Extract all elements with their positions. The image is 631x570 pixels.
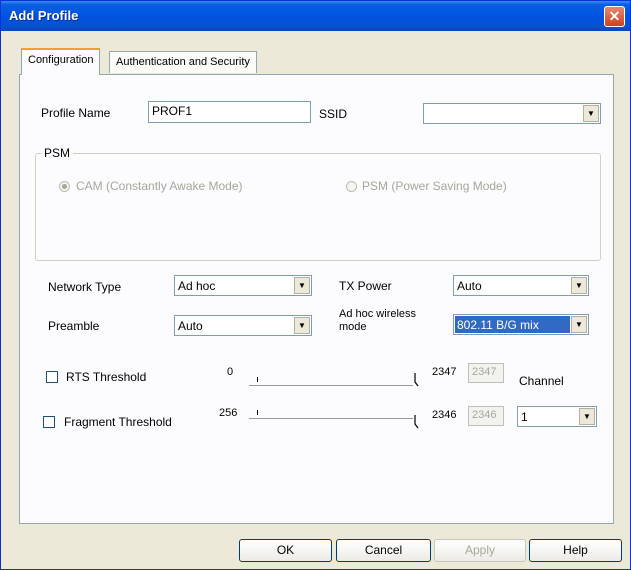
- cam-radio[interactable]: [59, 181, 70, 192]
- rts-threshold-value-input[interactable]: 2347: [468, 363, 504, 383]
- apply-button[interactable]: Apply: [434, 539, 526, 562]
- configuration-panel: [19, 74, 614, 524]
- preamble-label: Preamble: [48, 319, 100, 333]
- fragment-max-label: 2346: [432, 409, 457, 421]
- rts-threshold-label: RTS Threshold: [66, 370, 147, 384]
- tab-authentication-security-label: Authentication and Security: [116, 56, 250, 68]
- preamble-value: Auto: [178, 319, 203, 333]
- psm-group-title: PSM: [41, 146, 74, 160]
- preamble-combo[interactable]: Auto ▼: [174, 315, 312, 336]
- adhoc-mode-value: 802.11 B/G mix: [455, 316, 570, 333]
- fragment-min-label: 256: [219, 407, 238, 419]
- fragment-slider-track[interactable]: [249, 418, 413, 419]
- fragment-slider-thumb-icon[interactable]: [412, 415, 419, 429]
- channel-label: Channel: [519, 374, 564, 388]
- rts-slider-tick: [257, 377, 258, 382]
- adhoc-mode-label-line1: Ad hoc wireless: [339, 308, 417, 320]
- chevron-down-icon[interactable]: ▼: [294, 317, 310, 334]
- title-bar[interactable]: Add Profile ✕: [1, 1, 630, 31]
- fragment-slider-tick: [257, 410, 258, 415]
- ok-button[interactable]: OK: [239, 539, 332, 562]
- channel-value: 1: [521, 410, 528, 424]
- cam-radio-label: CAM (Constantly Awake Mode): [76, 179, 243, 193]
- psm-radio[interactable]: [346, 181, 357, 192]
- fragment-threshold-label: Fragment Threshold: [64, 415, 172, 429]
- rts-threshold-checkbox[interactable]: [46, 371, 58, 383]
- fragment-threshold-value-input[interactable]: 2346: [468, 406, 504, 426]
- window-title: Add Profile: [9, 8, 79, 23]
- adhoc-mode-combo[interactable]: 802.11 B/G mix ▼: [453, 314, 589, 335]
- tx-power-value: Auto: [457, 279, 482, 293]
- psm-radio-label: PSM (Power Saving Mode): [362, 179, 507, 193]
- ssid-label: SSID: [319, 107, 348, 121]
- profile-name-label: Profile Name: [41, 106, 111, 120]
- rts-slider-thumb-icon[interactable]: [412, 373, 419, 387]
- cancel-button[interactable]: Cancel: [336, 539, 431, 562]
- chevron-down-icon[interactable]: ▼: [571, 277, 587, 294]
- close-button[interactable]: ✕: [604, 6, 625, 27]
- close-icon: ✕: [608, 8, 621, 24]
- network-type-value: Ad hoc: [178, 279, 216, 293]
- network-type-combo[interactable]: Ad hoc ▼: [174, 275, 312, 296]
- network-type-label: Network Type: [48, 280, 122, 294]
- rts-min-label: 0: [227, 366, 234, 378]
- chevron-down-icon[interactable]: ▼: [571, 316, 587, 333]
- chevron-down-icon[interactable]: ▼: [579, 408, 595, 425]
- tab-configuration-label: Configuration: [28, 54, 94, 66]
- tx-power-label: TX Power: [339, 279, 392, 293]
- rts-max-label: 2347: [432, 366, 457, 378]
- fragment-threshold-checkbox[interactable]: [43, 416, 55, 428]
- adhoc-mode-label-line2: mode: [339, 321, 367, 333]
- chevron-down-icon[interactable]: ▼: [294, 277, 310, 294]
- channel-combo[interactable]: 1 ▼: [517, 406, 597, 427]
- tab-configuration[interactable]: Configuration: [21, 48, 101, 75]
- rts-slider-track[interactable]: [249, 385, 413, 386]
- chevron-down-icon[interactable]: ▼: [583, 105, 599, 122]
- tab-authentication-security[interactable]: Authentication and Security: [109, 51, 257, 73]
- ssid-combo[interactable]: ▼: [423, 103, 601, 124]
- profile-name-input[interactable]: PROF1: [148, 101, 311, 123]
- add-profile-dialog: Add Profile ✕ Configuration Authenticati…: [0, 0, 631, 570]
- tx-power-combo[interactable]: Auto ▼: [453, 275, 589, 296]
- psm-group: [35, 153, 601, 261]
- help-button[interactable]: Help: [529, 539, 622, 562]
